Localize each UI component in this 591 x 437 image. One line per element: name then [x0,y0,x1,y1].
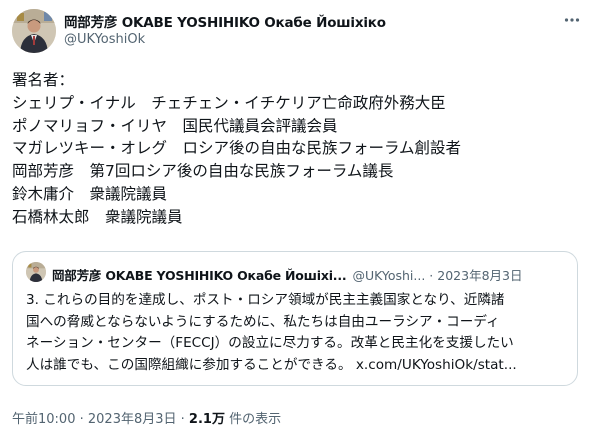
tweet: 岡部芳彦 OKABE YOSHIHIKO Окабе Йошіхіко @UKY… [0,0,591,437]
tweet-time[interactable]: 午前10:00 [12,412,75,427]
tweet-text-line: 石橋林太郎 衆議院議員 [12,207,183,226]
author-display-name[interactable]: 岡部芳彦 OKABE YOSHIHIKO Окабе Йошіхіко [64,11,386,31]
meta-separator: · [75,412,88,427]
more-options-icon [564,18,580,22]
tweet-text-line: 鈴木庸介 衆議院議員 [12,184,168,203]
quoted-header: 岡部芳彦 OKABE YOSHIHIKO Окабе Йошіхі... @UKY… [52,265,570,284]
tweet-meta: 午前10:00 · 2023年8月3日 · 2.1万 件の表示 [12,408,281,427]
avatar[interactable] [12,9,56,53]
more-options-button[interactable] [562,10,582,30]
quoted-date[interactable]: 2023年8月3日 [437,268,522,283]
tweet-text-line: 署名者： [12,71,75,89]
quoted-text-line: ネーション・センター（FECCJ）の設立に尽力する。改革と民主化を支援したい [26,335,514,351]
tweet-text-line: シェリプ・イナル チェチェン・イチケリア亡命政府外務大臣 [12,93,446,112]
quoted-text-line: 3. これらの目的を達成し、ポスト・ロシア領域が民主主義国家となり、近隣諸 [26,292,505,308]
author-handle[interactable]: @UKYoshiOk [64,32,145,47]
quoted-text-line: 国への脅威とならないようにするために、私たちは自由ユーラシア・コーディ [26,313,500,330]
tweet-text-line: マガレツキー・オレグ ロシア後の自由な民族フォーラム創設者 [12,139,462,158]
quoted-display-name[interactable]: 岡部芳彦 OKABE YOSHIHIKO Окабе Йошіхі... [52,268,347,283]
views-label: 件の表示 [224,412,282,427]
tweet-date[interactable]: 2023年8月3日 [88,412,177,427]
quoted-separator: · [429,268,434,283]
quoted-avatar-image [26,262,46,282]
views-count[interactable]: 2.1万 [189,412,225,427]
quoted-text: 3. これらの目的を達成し、ポスト・ロシア領域が民主主義国家となり、近隣諸 国へ… [26,290,566,376]
quoted-text-line: 人は誰でも、この国際組織に参加することができる。 x.com/UKYoshiOk… [26,356,517,373]
tweet-text-line: ポノマリョフ・イリヤ 国民代議員会評議会員 [12,116,338,135]
quoted-tweet-card[interactable]: 岡部芳彦 OKABE YOSHIHIKO Окабе Йошіхі... @UKY… [12,251,578,386]
avatar-image [12,9,56,53]
quoted-handle[interactable]: @UKYoshi... [352,268,425,283]
tweet-text: 署名者： シェリプ・イナル チェチェン・イチケリア亡命政府外務大臣 ポノマリョフ… [12,69,582,229]
tweet-text-line: 岡部芳彦 第7回ロシア後の自由な民族フォーラム議長 [12,162,394,181]
meta-separator: · [176,412,189,427]
quoted-avatar[interactable] [26,262,46,282]
